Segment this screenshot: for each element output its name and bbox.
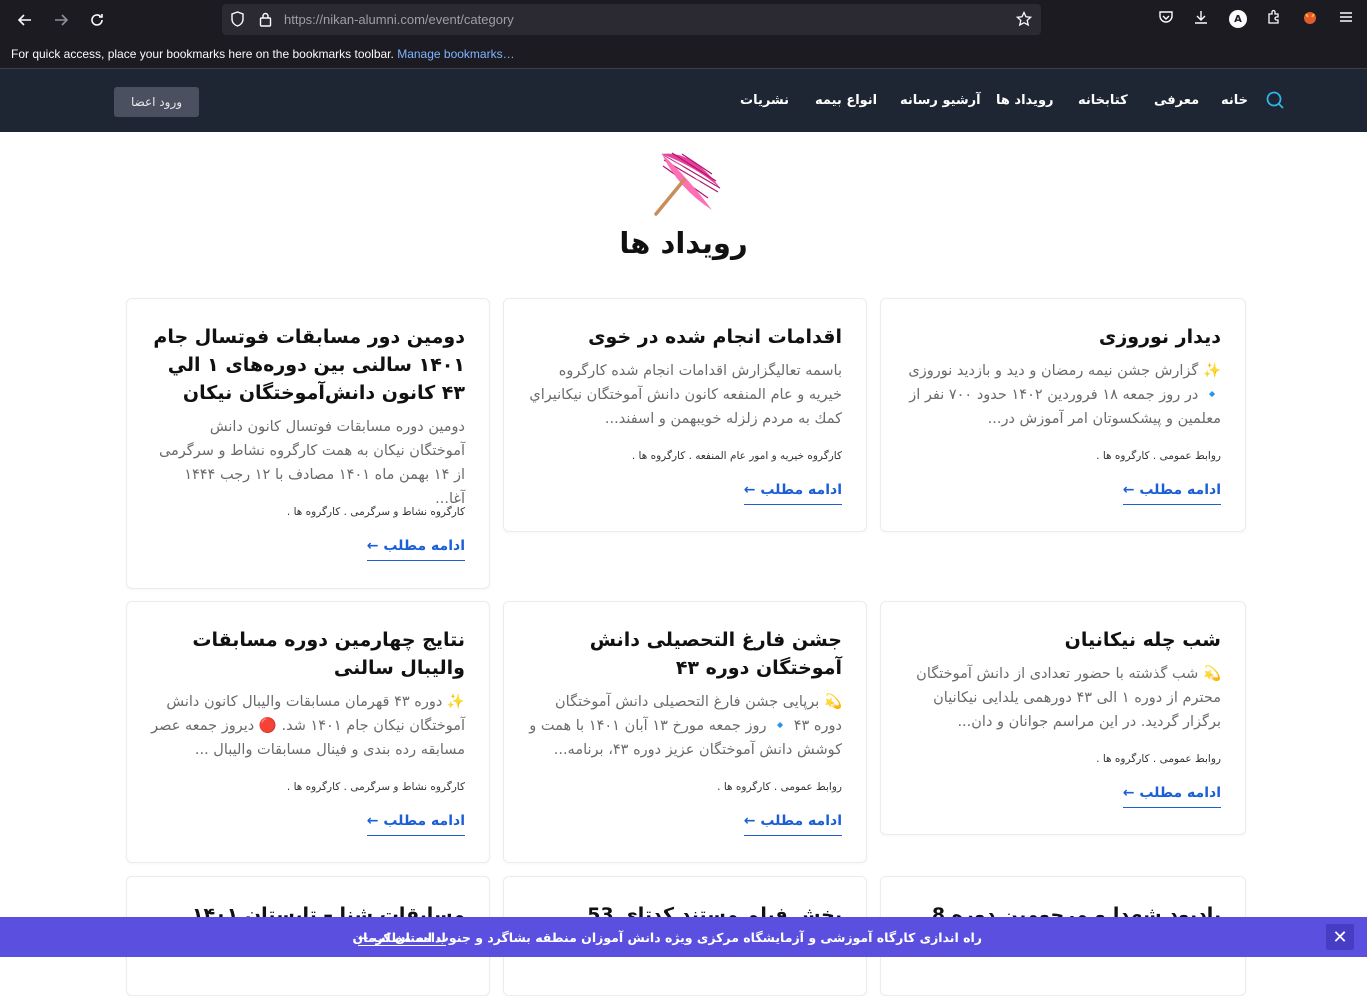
back-icon[interactable] xyxy=(13,8,37,32)
event-card-categories[interactable]: کارگروه خیریه و امور عام المنفعه . کارگر… xyxy=(632,450,842,462)
member-login-button[interactable]: ورود اعضا xyxy=(114,87,199,117)
event-card-title[interactable]: دومین دور مسابقات فوتسال جام ۱۴۰۱ سالنی … xyxy=(151,323,465,407)
event-card-excerpt: باسمه تعالیگزارش اقدامات انجام شده کارگر… xyxy=(529,363,842,427)
event-card-categories[interactable]: روابط عمومی . کارگروه ها . xyxy=(1096,450,1221,462)
site-header: ورود اعضا نشریات انواع بیمه آرشیو رسانه … xyxy=(0,68,1367,132)
event-card: شب چله نیکانیان 💫 شب گذشته با حضور تعداد… xyxy=(880,601,1246,835)
event-card-title[interactable]: دیدار نوروزی xyxy=(905,323,1221,351)
nav-item-publications[interactable]: نشریات xyxy=(740,93,789,108)
lock-icon[interactable] xyxy=(259,11,272,31)
event-card-title[interactable]: نتایج چهارمین دوره مسابقات والیبال سالنی xyxy=(151,626,465,682)
event-card-excerpt: دومین دوره مسابقات فوتسال کانون دانش آمو… xyxy=(158,419,465,507)
extension-fox-icon[interactable] xyxy=(1302,9,1318,29)
url-text[interactable]: https://nikan-alumni.com/event/category xyxy=(284,12,514,27)
nav-item-about[interactable]: معرفی xyxy=(1154,93,1199,108)
event-card-categories[interactable]: کارگروه نشاط و سرگرمی . کارگروه ها . xyxy=(287,506,465,518)
event-card-categories[interactable]: روابط عمومی . کارگروه ها . xyxy=(717,781,842,793)
event-card-excerpt: 💫 شب گذشته با حضور تعدادی از دانش آموختگ… xyxy=(916,666,1221,730)
event-card-categories[interactable]: کارگروه نشاط و سرگرمی . کارگروه ها . xyxy=(287,781,465,793)
nav-item-library[interactable]: کتابخانه xyxy=(1078,93,1128,108)
account-avatar-icon[interactable]: A xyxy=(1229,10,1247,28)
event-card-excerpt: ✨ گزارش جشن نیمه رمضان و دید و بازدید نو… xyxy=(908,363,1221,427)
star-icon[interactable] xyxy=(1015,10,1033,31)
event-card-title[interactable]: شب چله نیکانیان xyxy=(905,626,1221,654)
announcement-bar: راه اندازی کارگاه آموزشی و آزمایشگاه مرک… xyxy=(0,917,1367,957)
event-card: نتایج چهارمین دوره مسابقات والیبال سالنی… xyxy=(126,601,490,863)
nav-item-events[interactable]: رویداد ها xyxy=(996,93,1054,108)
read-more-link[interactable]: ادامه مطلب ← xyxy=(366,538,465,561)
read-more-link[interactable]: ادامه مطلب ← xyxy=(1122,785,1221,808)
search-icon[interactable] xyxy=(1265,90,1285,110)
close-icon[interactable]: ✕ xyxy=(1326,924,1354,950)
event-card: جشن فارغ التحصیلی دانش آموختگان دوره ۴۳ … xyxy=(503,601,867,863)
event-card-categories[interactable]: روابط عمومی . کارگروه ها . xyxy=(1096,753,1221,765)
nav-item-media-archive[interactable]: آرشیو رسانه xyxy=(900,93,981,108)
event-card-title[interactable]: جشن فارغ التحصیلی دانش آموختگان دوره ۴۳ xyxy=(528,626,842,682)
pocket-icon[interactable] xyxy=(1158,9,1174,29)
read-more-link[interactable]: ادامه مطلب ← xyxy=(1122,482,1221,505)
announcement-text: راه اندازی کارگاه آموزشی و آزمایشگاه مرک… xyxy=(352,930,982,945)
page-title: رویداد ها xyxy=(619,226,748,260)
event-card: دیدار نوروزی ✨ گزارش جشن نیمه رمضان و دی… xyxy=(880,298,1246,532)
download-icon[interactable] xyxy=(1193,9,1209,29)
event-card-title[interactable]: اقدامات انجام شده در خوی xyxy=(528,323,842,351)
event-card-excerpt: 💫 برپایی جشن فارغ التحصیلی دانش آموختگان… xyxy=(529,694,842,758)
address-bar[interactable]: https://nikan-alumni.com/event/category xyxy=(222,4,1041,35)
shield-icon[interactable] xyxy=(230,11,245,31)
event-card-excerpt: ✨ دوره ۴۳ قهرمان مسابقات والیبال کانون د… xyxy=(151,694,465,758)
read-more-link[interactable]: ادامه مطلب ← xyxy=(743,482,842,505)
announcement-read-more-link[interactable]: ادامه مطلب ← xyxy=(358,930,446,946)
event-card: دومین دور مسابقات فوتسال جام ۱۴۰۱ سالنی … xyxy=(126,298,490,589)
forward-icon[interactable] xyxy=(49,8,73,32)
manage-bookmarks-link[interactable]: Manage bookmarks… xyxy=(397,47,514,61)
extensions-icon[interactable] xyxy=(1266,9,1282,29)
bookmarks-toolbar: For quick access, place your bookmarks h… xyxy=(11,47,515,61)
browser-toolbar: https://nikan-alumni.com/event/category … xyxy=(0,0,1367,68)
bookmarks-hint: For quick access, place your bookmarks h… xyxy=(11,47,394,61)
event-card: اقدامات انجام شده در خوی باسمه تعالیگزار… xyxy=(503,298,867,532)
hamburger-menu-icon[interactable] xyxy=(1338,9,1354,29)
reload-icon[interactable] xyxy=(85,8,109,32)
umbrella-icon xyxy=(648,148,722,218)
read-more-link[interactable]: ادامه مطلب ← xyxy=(743,813,842,836)
nav-item-home[interactable]: خانه xyxy=(1221,93,1248,108)
read-more-link[interactable]: ادامه مطلب ← xyxy=(366,813,465,836)
nav-item-insurance[interactable]: انواع بیمه xyxy=(815,93,877,108)
